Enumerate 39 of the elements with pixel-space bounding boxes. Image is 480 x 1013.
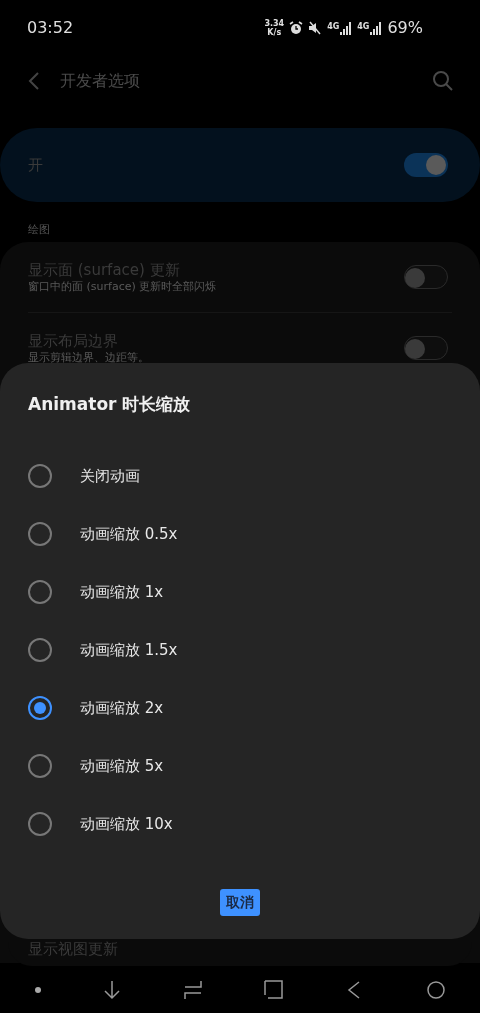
down-arrow-icon[interactable] — [101, 979, 122, 1000]
recents-icon[interactable] — [182, 979, 203, 1000]
option-label[interactable]: 动画缩放 10x — [80, 812, 173, 836]
radio-button[interactable] — [28, 464, 52, 488]
radio-button[interactable] — [28, 812, 52, 836]
toggle-switch[interactable] — [404, 335, 448, 360]
dot-icon[interactable] — [34, 986, 41, 993]
page-title: 开发者选项 — [60, 70, 140, 92]
radio-button[interactable] — [28, 580, 52, 604]
network-type: 4G — [357, 21, 370, 31]
option-label[interactable]: 动画缩放 1.5x — [80, 638, 178, 662]
section-title: 绘图 — [28, 221, 50, 238]
setting-subtitle: 显示剪辑边界、边距等。 — [28, 350, 149, 365]
signal-icon — [370, 21, 383, 35]
dialog-title: Animator 时长缩放 — [28, 393, 191, 417]
radio-button[interactable] — [28, 522, 52, 546]
option-label[interactable]: 动画缩放 2x — [80, 696, 164, 720]
option-label[interactable]: 动画缩放 0.5x — [80, 522, 178, 546]
net-speed-unit: K/s — [267, 28, 282, 37]
battery-level: 69% — [387, 17, 423, 39]
radio-button[interactable] — [28, 638, 52, 662]
home-icon[interactable] — [263, 979, 284, 1000]
option-label[interactable]: 关闭动画 — [80, 464, 140, 488]
mute-icon — [308, 21, 323, 35]
setting-subtitle: 窗口中的面 (surface) 更新时全部闪烁 — [28, 280, 217, 294]
clock: 03:52 — [27, 17, 74, 39]
radio-button[interactable] — [28, 754, 52, 778]
alarm-icon — [289, 21, 304, 35]
option-label[interactable]: 动画缩放 5x — [80, 754, 164, 778]
toggle-switch[interactable] — [404, 265, 448, 289]
cancel-button[interactable]: 取消 — [220, 889, 260, 916]
signal-icon — [340, 21, 353, 35]
radio-button[interactable] — [28, 696, 52, 720]
search-icon[interactable] — [432, 70, 454, 92]
circle-icon[interactable] — [425, 979, 446, 1000]
network-type: 4G — [327, 21, 340, 31]
toggle-switch[interactable] — [404, 153, 448, 177]
net-speed-value: 3.34 — [264, 19, 285, 28]
option-label[interactable]: 动画缩放 1x — [80, 580, 164, 604]
